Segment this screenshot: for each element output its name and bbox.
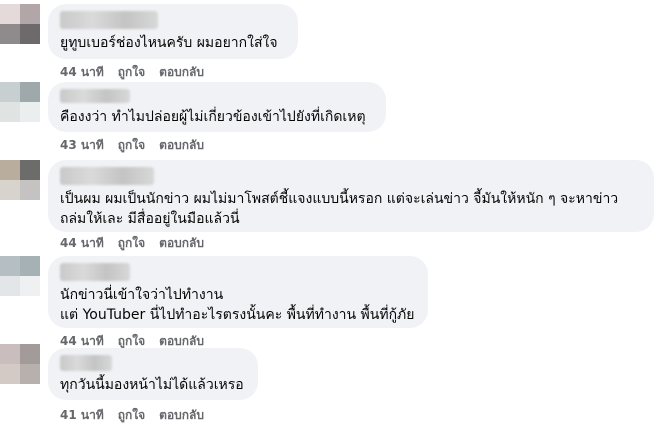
comment-actions: 43 นาที ถูกใจ ตอบกลับ bbox=[60, 136, 204, 155]
commenter-name-blurred[interactable] bbox=[60, 167, 154, 185]
comment-actions: 44 นาที ถูกใจ ตอบกลับ bbox=[60, 234, 204, 253]
comment-timestamp[interactable]: 41 นาที bbox=[60, 406, 104, 425]
avatar[interactable] bbox=[0, 160, 40, 200]
comment-timestamp[interactable]: 43 นาที bbox=[60, 136, 104, 155]
avatar[interactable] bbox=[0, 82, 40, 122]
comment-text-line: เป็นผม ผมเป็นนักข่าว ผมไม่มาโพสต์ชี้แจงแ… bbox=[60, 191, 619, 207]
comment-bubble: ทุกวันนี้มองหน้าไม่ได้แล้วเหรอ bbox=[48, 348, 258, 400]
comment-text: คืองงว่า ทำไมปล่อยผู้ไม่เกี่ยวข้องเข้าไป… bbox=[60, 109, 366, 125]
like-button[interactable]: ถูกใจ bbox=[118, 136, 145, 155]
comment-actions: 41 นาที ถูกใจ ตอบกลับ bbox=[60, 406, 204, 425]
comment-bubble: นักข่าวนี่เข้าใจว่าไปทำงาน แต่ YouTuber … bbox=[48, 256, 428, 328]
commenter-name-blurred[interactable] bbox=[60, 11, 158, 29]
comment-bubble: เป็นผม ผมเป็นนักข่าว ผมไม่มาโพสต์ชี้แจงแ… bbox=[48, 160, 654, 232]
comment-bubble: ยูทูบเบอร์ช่องไหนครับ ผมอยากใส่ใจ bbox=[48, 4, 298, 59]
like-button[interactable]: ถูกใจ bbox=[118, 63, 145, 82]
comment-bubble: คืองงว่า ทำไมปล่อยผู้ไม่เกี่ยวข้องเข้าไป… bbox=[48, 82, 386, 132]
reply-button[interactable]: ตอบกลับ bbox=[159, 406, 204, 425]
reply-button[interactable]: ตอบกลับ bbox=[159, 136, 204, 155]
comment-timestamp[interactable]: 44 นาที bbox=[60, 234, 104, 253]
comment-text: เป็นผม ผมเป็นนักข่าว ผมไม่มาโพสต์ชี้แจงแ… bbox=[60, 189, 642, 229]
commenter-name-blurred[interactable] bbox=[60, 355, 112, 371]
comment-text-line: แต่ YouTuber นี่ไปทำอะไรตรงนั้นคะ พื้นที… bbox=[60, 307, 415, 323]
like-button[interactable]: ถูกใจ bbox=[118, 406, 145, 425]
commenter-name-blurred[interactable] bbox=[60, 263, 130, 281]
comment-text: ยูทูบเบอร์ช่องไหนครับ ผมอยากใส่ใจ bbox=[60, 35, 278, 51]
comment-text: นักข่าวนี่เข้าใจว่าไปทำงาน แต่ YouTuber … bbox=[60, 285, 416, 325]
reply-button[interactable]: ตอบกลับ bbox=[159, 63, 204, 82]
comment-actions: 44 นาที ถูกใจ ตอบกลับ bbox=[60, 63, 204, 82]
avatar[interactable] bbox=[0, 256, 40, 296]
comment-text-line: ถล่มให้เละ มีสื่ออยู่ในมือแล้วนี่ bbox=[60, 211, 240, 227]
avatar[interactable] bbox=[0, 344, 40, 384]
comment-timestamp[interactable]: 44 นาที bbox=[60, 63, 104, 82]
comment-text: ทุกวันนี้มองหน้าไม่ได้แล้วเหรอ bbox=[60, 377, 244, 393]
commenter-name-blurred[interactable] bbox=[60, 89, 130, 103]
like-button[interactable]: ถูกใจ bbox=[118, 234, 145, 253]
comment-text-line: นักข่าวนี่เข้าใจว่าไปทำงาน bbox=[60, 287, 224, 303]
avatar[interactable] bbox=[0, 4, 40, 44]
reply-button[interactable]: ตอบกลับ bbox=[159, 234, 204, 253]
